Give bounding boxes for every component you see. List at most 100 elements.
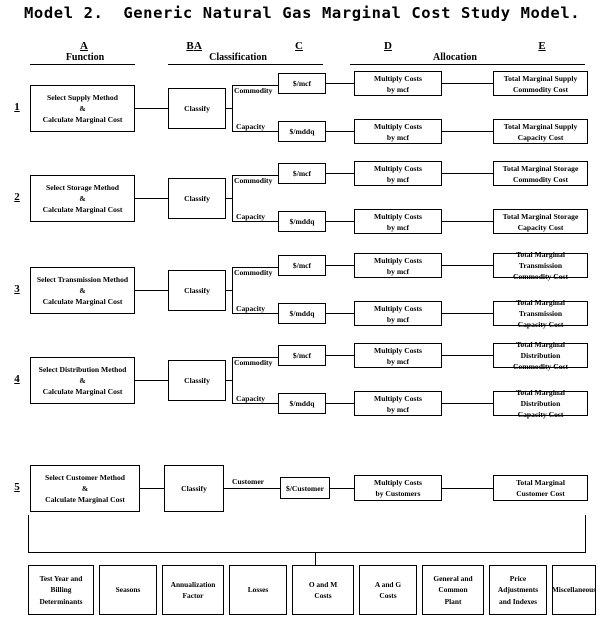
footer-box-test-year[interactable]: Test Year and Billing Determinants	[28, 565, 94, 615]
total-box-commodity-1[interactable]: Total Marginal Supply Commodity Cost	[493, 71, 588, 96]
total-box-capacity-4[interactable]: Total Marginal Distribution Capacity Cos…	[493, 388, 588, 419]
total-box-customer-5-label: Total Marginal Customer Cost	[516, 478, 565, 498]
total-box-capacity-3-label: Total Marginal Transmission Capacity Cos…	[516, 298, 565, 329]
connector-split-capacity-3	[232, 313, 278, 314]
allocation-box-commodity-3[interactable]: Multiply Costs by mcf	[354, 253, 442, 278]
footer-box-o-and-m-costs[interactable]: O and M Costs	[292, 565, 354, 615]
footer-box-seasons-label: Seasons	[115, 585, 141, 595]
unit-box-commodity-3[interactable]: $/mcf	[278, 255, 326, 276]
allocation-box-capacity-2[interactable]: Multiply Costs by mcf	[354, 209, 442, 234]
unit-box-capacity-3[interactable]: $/mddq	[278, 303, 326, 324]
total-box-commodity-3[interactable]: Total Marginal Transmission Commodity Co…	[493, 250, 588, 281]
function-box-3[interactable]: Select Transmission Method & Calculate M…	[30, 267, 135, 314]
connector-unit-alloc-commodity-3	[326, 265, 354, 266]
classify-box-3[interactable]: Classify	[168, 270, 226, 311]
function-box-1-label: Select Supply Method & Calculate Margina…	[42, 93, 123, 124]
connector-alloc-total-customer-5	[442, 488, 493, 489]
branch-label-commodity-4: Commodity	[234, 358, 273, 367]
allocation-box-customer-5-label: Multiply Costs by Customers	[374, 478, 422, 498]
classify-box-5[interactable]: Classify	[164, 465, 224, 512]
allocation-box-customer-5[interactable]: Multiply Costs by Customers	[354, 475, 442, 501]
allocation-box-commodity-4[interactable]: Multiply Costs by mcf	[354, 343, 442, 368]
unit-box-commodity-4[interactable]: $/mcf	[278, 345, 326, 366]
connector-unit-alloc-commodity-4	[326, 355, 354, 356]
allocation-box-commodity-2[interactable]: Multiply Costs by mcf	[354, 161, 442, 186]
connector-alloc-total-capacity-3	[442, 313, 493, 314]
allocation-box-commodity-1-label: Multiply Costs by mcf	[374, 73, 422, 94]
total-box-customer-5[interactable]: Total Marginal Customer Cost	[493, 475, 588, 501]
total-box-capacity-3[interactable]: Total Marginal Transmission Capacity Cos…	[493, 298, 588, 329]
footer-box-losses-label: Losses	[247, 585, 269, 595]
function-box-1[interactable]: Select Supply Method & Calculate Margina…	[30, 85, 135, 132]
split-bar-4	[232, 357, 233, 403]
connector-unit-alloc-commodity-2	[326, 173, 354, 174]
unit-box-customer-5[interactable]: $/Customer	[280, 477, 330, 499]
connector-unit-alloc-capacity-4	[326, 403, 354, 404]
footer-box-a-and-g-costs[interactable]: A and G Costs	[359, 565, 417, 615]
row-number-4: 4	[14, 373, 20, 385]
total-box-capacity-1-label: Total Marginal Supply Capacity Cost	[503, 121, 578, 142]
allocation-box-commodity-1[interactable]: Multiply Costs by mcf	[354, 71, 442, 96]
unit-box-commodity-2[interactable]: $/mcf	[278, 163, 326, 184]
branch-label-customer-5: Customer	[232, 477, 265, 486]
classify-box-4-label: Classify	[184, 376, 210, 385]
connector-split-capacity-4	[232, 403, 278, 404]
connector-alloc-total-capacity-1	[442, 131, 493, 132]
total-box-commodity-2-label: Total Marginal Storage Commodity Cost	[502, 163, 579, 184]
connector-function-classify-4	[135, 380, 168, 381]
unit-box-commodity-1[interactable]: $/mcf	[278, 73, 326, 94]
column-rule-classification	[168, 64, 323, 65]
footer-box-price-adjustments[interactable]: Price Adjustments and Indexes	[489, 565, 547, 615]
classify-box-4[interactable]: Classify	[168, 360, 226, 401]
row-number-3: 3	[14, 283, 20, 295]
column-letter-c: C	[295, 40, 303, 52]
unit-box-capacity-2[interactable]: $/mddq	[278, 211, 326, 232]
allocation-box-capacity-3[interactable]: Multiply Costs by mcf	[354, 301, 442, 326]
footer-box-miscellaneous[interactable]: Miscellaneous	[552, 565, 596, 615]
inputs-bracket	[28, 515, 586, 553]
connector-alloc-total-capacity-2	[442, 221, 493, 222]
connector-unit-alloc-customer-5	[330, 488, 354, 489]
footer-box-annualization-factor-label: Annualization Factor	[170, 579, 216, 600]
classify-box-2[interactable]: Classify	[168, 178, 226, 219]
column-name-classification: Classification	[209, 52, 267, 63]
footer-box-general-common-plant[interactable]: General and Common Plant	[422, 565, 484, 615]
total-box-capacity-2[interactable]: Total Marginal Storage Capacity Cost	[493, 209, 588, 234]
column-name-allocation: Allocation	[433, 52, 477, 63]
footer-box-seasons[interactable]: Seasons	[99, 565, 157, 615]
diagram-canvas: Model 2. Generic Natural Gas Marginal Co…	[0, 0, 600, 622]
column-rule-function	[30, 64, 135, 65]
allocation-box-capacity-1[interactable]: Multiply Costs by mcf	[354, 119, 442, 144]
connector-alloc-total-commodity-3	[442, 265, 493, 266]
connector-unit-alloc-capacity-1	[326, 131, 354, 132]
allocation-box-capacity-4[interactable]: Multiply Costs by mcf	[354, 391, 442, 416]
unit-box-capacity-4[interactable]: $/mddq	[278, 393, 326, 414]
connector-function-classify-2	[135, 198, 168, 199]
total-box-commodity-2[interactable]: Total Marginal Storage Commodity Cost	[493, 161, 588, 186]
column-letter-a: A	[80, 40, 88, 52]
unit-box-commodity-3-label: $/mcf	[292, 261, 312, 270]
total-box-capacity-1[interactable]: Total Marginal Supply Capacity Cost	[493, 119, 588, 144]
footer-box-losses[interactable]: Losses	[229, 565, 287, 615]
allocation-box-commodity-4-label: Multiply Costs by mcf	[374, 345, 422, 366]
unit-box-customer-5-label: $/Customer	[286, 483, 324, 493]
branch-label-commodity-2: Commodity	[234, 176, 273, 185]
total-box-commodity-1-label: Total Marginal Supply Commodity Cost	[503, 73, 578, 94]
function-box-2[interactable]: Select Storage Method & Calculate Margin…	[30, 175, 135, 222]
connector-classify-unit-5	[224, 488, 280, 489]
branch-label-commodity-3: Commodity	[234, 268, 273, 277]
allocation-box-capacity-1-label: Multiply Costs by mcf	[374, 121, 422, 142]
total-box-commodity-4[interactable]: Total Marginal Distribution Commodity Co…	[493, 340, 588, 371]
allocation-box-capacity-2-label: Multiply Costs by mcf	[374, 211, 422, 232]
connector-alloc-total-commodity-1	[442, 83, 493, 84]
unit-box-capacity-2-label: $/mddq	[289, 217, 315, 226]
connector-alloc-total-commodity-4	[442, 355, 493, 356]
function-box-4[interactable]: Select Distribution Method & Calculate M…	[30, 357, 135, 404]
unit-box-capacity-1[interactable]: $/mddq	[278, 121, 326, 142]
unit-box-commodity-1-label: $/mcf	[292, 79, 312, 88]
function-box-5[interactable]: Select Customer Method & Calculate Margi…	[30, 465, 140, 512]
classify-box-1[interactable]: Classify	[168, 88, 226, 129]
footer-box-general-common-plant-label: General and Common Plant	[433, 574, 473, 606]
connector-unit-alloc-capacity-2	[326, 221, 354, 222]
footer-box-annualization-factor[interactable]: Annualization Factor	[162, 565, 224, 615]
